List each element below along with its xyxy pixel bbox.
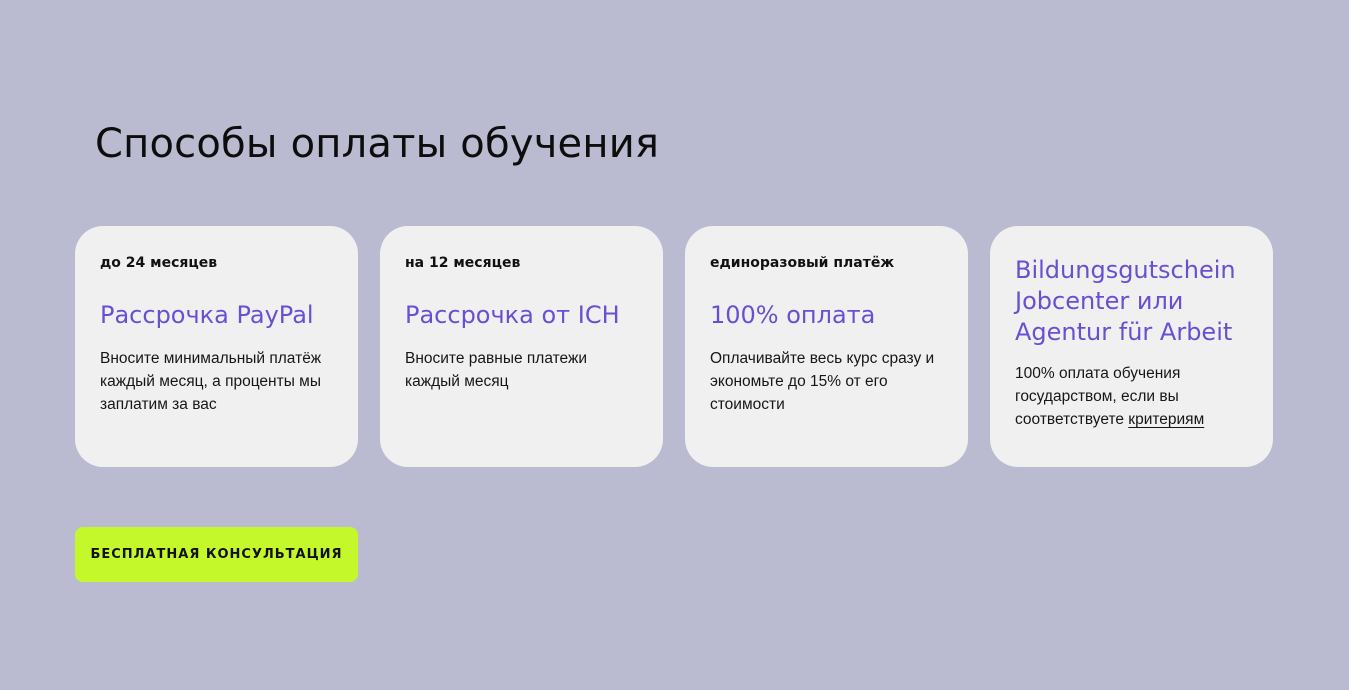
free-consultation-button[interactable]: БЕСПЛАТНАЯ КОНСУЛЬТАЦИЯ bbox=[75, 527, 358, 582]
card-title-line: Jobcenter или bbox=[1015, 287, 1184, 315]
card-tag: единоразовый платёж bbox=[710, 255, 895, 271]
card-title: 100% оплата bbox=[710, 301, 876, 329]
card-title: Рассрочка от ICH bbox=[405, 301, 620, 329]
section-title: Способы оплаты обучения bbox=[95, 121, 660, 167]
card-description: Оплачивайте весь курс сразу и экономьте … bbox=[710, 350, 935, 413]
payment-card-paypal: до 24 месяцев Рассрочка PayPal Вносите м… bbox=[75, 226, 358, 467]
payment-card-ich: на 12 месяцев Рассрочка от ICH Вносите р… bbox=[380, 226, 663, 467]
criteria-link[interactable]: критериям bbox=[1128, 411, 1204, 428]
card-tag: до 24 месяцев bbox=[100, 255, 218, 271]
card-description: 100% оплата обучения государством, если … bbox=[1015, 362, 1248, 431]
card-description: Вносите равные платежи каждый месяц bbox=[405, 350, 587, 390]
payment-card-full: единоразовый платёж 100% оплата Оплачива… bbox=[685, 226, 968, 467]
card-title: Bildungsgutschein Jobcenter или Agentur … bbox=[1015, 255, 1248, 348]
card-title-line: Agentur für Arbeit bbox=[1015, 318, 1233, 346]
payment-card-bildungsgutschein: Bildungsgutschein Jobcenter или Agentur … bbox=[990, 226, 1273, 467]
card-title: Рассрочка PayPal bbox=[100, 301, 314, 329]
card-tag: на 12 месяцев bbox=[405, 255, 521, 271]
card-description: Вносите минимальный платёж каждый месяц,… bbox=[100, 350, 322, 413]
card-title-line: Bildungsgutschein bbox=[1015, 256, 1236, 284]
payment-options-list: до 24 месяцев Рассрочка PayPal Вносите м… bbox=[75, 226, 1273, 467]
